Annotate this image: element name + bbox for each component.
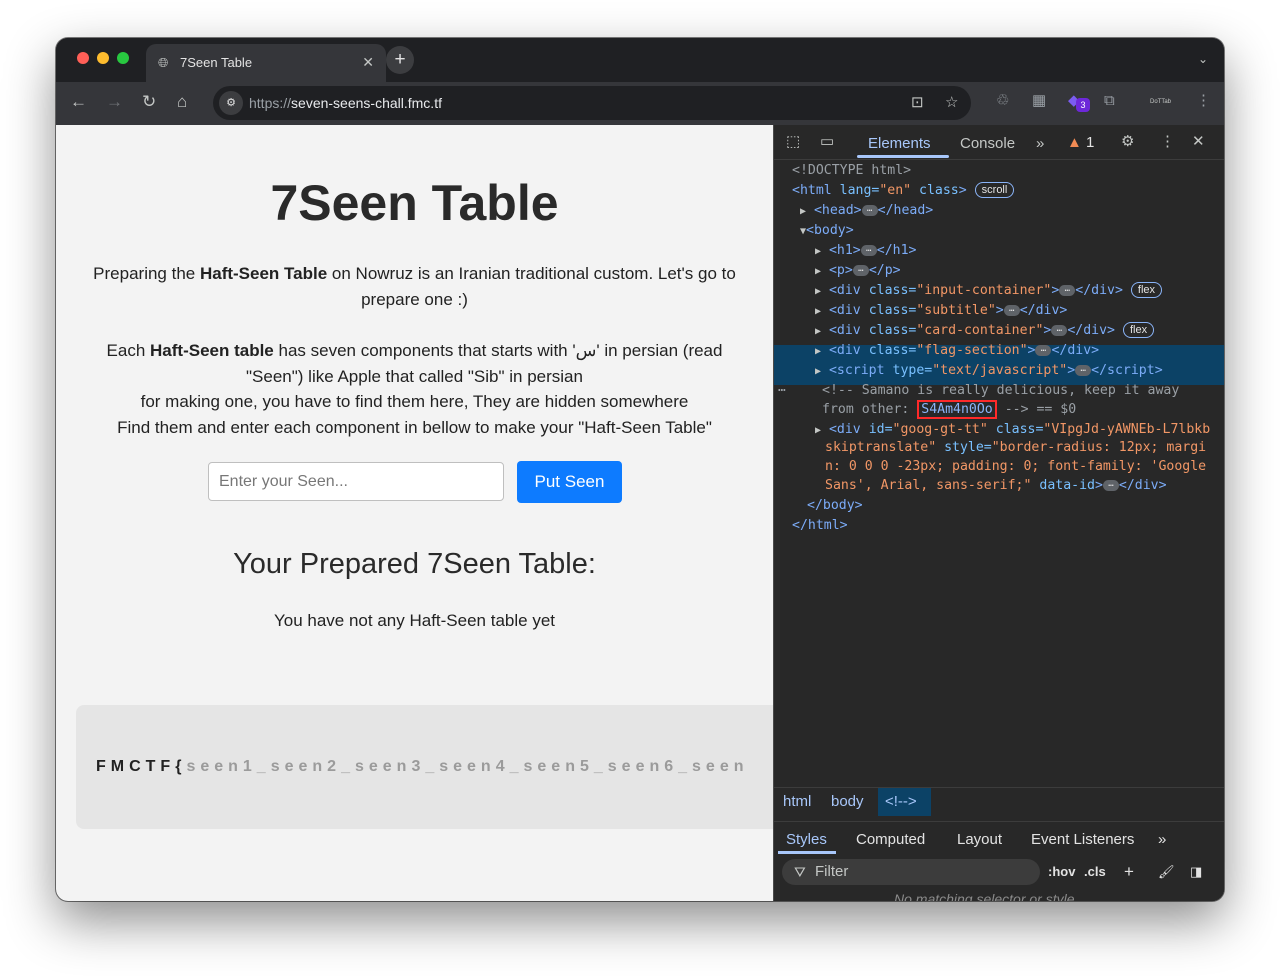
dom-goog-line-3: n: 0 0 0 -23px; padding: 0; font-family:… (825, 459, 1207, 474)
empty-table-message: You have not any Haft-Seen table yet (273, 611, 555, 630)
warning-count[interactable]: ▲ 1 (1067, 134, 1094, 152)
styles-tabbar: Styles Computed Layout Event Listeners » (774, 821, 1224, 854)
tab-event-listeners[interactable]: Event Listeners (1031, 831, 1134, 849)
qr-code-icon[interactable]: ▦ (1032, 92, 1046, 110)
add-rule-icon[interactable]: + (1124, 863, 1134, 881)
flag-section: FMCTF{seen1_seen2_seen3_seen4_seen5_seen… (76, 705, 773, 829)
dom-goog-line-4: Sans', Arial, sans-serif;" data-id>… </di… (825, 478, 1167, 493)
bookmark-star-icon[interactable]: ☆ (945, 94, 958, 112)
device-toolbar-icon[interactable]: ▭ (820, 133, 834, 151)
tab-title: 7Seen Table (180, 55, 253, 70)
no-match-message: No matching selector or style (894, 891, 1075, 901)
browser-tab[interactable]: 🌐︎ 7Seen Table ✕ (146, 44, 386, 82)
styles-tab-indicator (778, 851, 836, 854)
dom-p-node[interactable]: ▶ <p>… </p> (815, 261, 901, 282)
dom-subtitle-node[interactable]: ▶ <div class="subtitle">… </div> (815, 301, 1067, 322)
secret-highlight: S4Am4n0Oo (917, 400, 997, 419)
devtools-panel: ⬚ ▭ Elements Console » ▲ 1 ⚙ ⋮ ✕ <!DOCTY… (773, 125, 1224, 901)
tab-layout[interactable]: Layout (957, 831, 1002, 849)
page-title: 7Seen Table (270, 175, 559, 231)
browser-window: 🌐︎ 7Seen Table ✕ + ⌄ ← → ↻ ⌂ ⚙ https://s… (56, 38, 1224, 901)
paint-brush-icon[interactable]: 🖌︎ (1158, 863, 1175, 881)
more-tabs-icon[interactable]: » (1036, 135, 1044, 153)
prepared-table-heading: Your Prepared 7Seen Table: (233, 548, 596, 580)
cls-toggle[interactable]: .cls (1084, 863, 1106, 881)
dom-doctype[interactable]: <!DOCTYPE html> (792, 161, 911, 181)
recycle-extension-icon[interactable]: ♲ (996, 92, 1009, 110)
instructions-paragraph: Each Haft-Seen table has seven component… (76, 338, 753, 440)
close-devtools-icon[interactable]: ✕ (1192, 133, 1205, 151)
dom-script-node[interactable]: ▶ <script type="text/javascript">… </scri… (815, 361, 1163, 382)
translate-icon[interactable]: ⊡ (911, 94, 924, 112)
url-text[interactable]: https://seven-seens-chall.fmc.tf (249, 95, 442, 111)
dom-comment-line-2[interactable]: from other: S4Am4n0Oo --> == $0 (822, 400, 1076, 420)
breadcrumb-body[interactable]: body (831, 794, 864, 810)
dom-body-close[interactable]: </body> (807, 496, 863, 516)
dom-flag-section-node[interactable]: ▶ <div class="flag-section">… </div> (815, 341, 1099, 362)
dom-comment-line-1[interactable]: <!-- Samano is really delicious, keep it… (822, 381, 1179, 401)
more-style-tabs-icon[interactable]: » (1158, 831, 1166, 849)
breadcrumb-comment[interactable]: <!--> (885, 794, 917, 810)
hov-toggle[interactable]: :hov (1048, 863, 1075, 881)
address-bar[interactable]: ⚙ https://seven-seens-chall.fmc.tf ⊡ ☆ (213, 86, 971, 120)
dom-breadcrumb: html body <!--> (774, 787, 1224, 816)
flag-text: FMCTF{seen1_seen2_seen3_seen4_seen5_seen… (96, 758, 749, 775)
breadcrumb-html[interactable]: html (783, 794, 811, 810)
dom-body-node[interactable]: ▼<body> (800, 221, 854, 242)
tab-styles[interactable]: Styles (786, 831, 827, 849)
browser-toolbar: ← → ↻ ⌂ ⚙ https://seven-seens-chall.fmc.… (56, 82, 1224, 125)
instructions-line-2: for making one, you have to find them he… (140, 392, 689, 411)
styles-filter-input[interactable]: ⛛ Filter (782, 859, 1040, 885)
styles-filter-row: ⛛ Filter :hov .cls + 🖌︎ ◨ No matching se… (774, 855, 1224, 901)
intro-paragraph: Preparing the Haft-Seen Table on Nowruz … (93, 264, 736, 309)
active-tab-indicator (857, 155, 949, 158)
put-seen-button[interactable]: Put Seen (517, 461, 622, 503)
devtools-tabbar: ⬚ ▭ Elements Console » ▲ 1 ⚙ ⋮ ✕ (774, 125, 1224, 160)
back-icon[interactable]: ← (70, 92, 87, 112)
extension-badge: 3 (1076, 98, 1090, 112)
inspect-element-icon[interactable]: ⬚ (786, 133, 800, 151)
seen-input[interactable]: Enter your Seen... (208, 462, 504, 501)
dom-card-container-node[interactable]: ▶ <div class="card-container">… </div> fl… (815, 321, 1155, 342)
tab-computed[interactable]: Computed (856, 831, 925, 849)
warning-icon: ▲ (1067, 134, 1082, 151)
close-tab-icon[interactable]: ✕ (362, 55, 374, 69)
minimize-window-button[interactable] (97, 52, 109, 64)
site-info-icon[interactable]: ⚙ (219, 91, 243, 115)
extensions-icon[interactable]: ⧉ (1104, 92, 1115, 110)
filter-icon: ⛛ (794, 864, 806, 880)
settings-gear-icon[interactable]: ⚙ (1121, 133, 1134, 151)
menu-kebab-icon[interactable]: ⋮ (1196, 92, 1211, 110)
dom-html-close[interactable]: </html> (792, 516, 848, 536)
dom-h1-node[interactable]: ▶ <h1>… </h1> (815, 241, 916, 262)
dom-goog-line-2: skiptranslate" style="border-radius: 12p… (825, 440, 1207, 455)
tab-elements[interactable]: Elements (868, 135, 931, 153)
zoom-window-button[interactable] (117, 52, 129, 64)
dom-input-container-node[interactable]: ▶ <div class="input-container">… </div> f… (815, 281, 1163, 302)
dom-node-menu-icon[interactable]: ⋯ (778, 381, 786, 401)
sidebar-toggle-icon[interactable]: ◨ (1190, 863, 1202, 881)
forward-icon[interactable]: → (106, 92, 123, 112)
home-icon[interactable]: ⌂ (177, 92, 187, 112)
new-tab-button[interactable]: + (386, 46, 414, 74)
dom-head-node[interactable]: ▶ <head>… </head> (800, 201, 933, 222)
tab-console[interactable]: Console (960, 135, 1015, 153)
profile-extension-label[interactable]: DoTTab (1150, 99, 1171, 105)
globe-icon: 🌐︎ (158, 55, 169, 70)
instructions-line-3: Find them and enter each component in be… (117, 417, 712, 437)
tab-strip: 🌐︎ 7Seen Table ✕ + ⌄ (56, 38, 1224, 82)
devtools-menu-icon[interactable]: ⋮ (1160, 133, 1175, 151)
dom-html-node[interactable]: <html lang="en" class> scroll (792, 181, 1015, 201)
chevron-down-icon[interactable]: ⌄ (1198, 52, 1208, 66)
close-window-button[interactable] (77, 52, 89, 64)
page-viewport: 7Seen Table Preparing the Haft-Seen Tabl… (56, 125, 773, 901)
reload-icon[interactable]: ↻ (142, 92, 156, 112)
